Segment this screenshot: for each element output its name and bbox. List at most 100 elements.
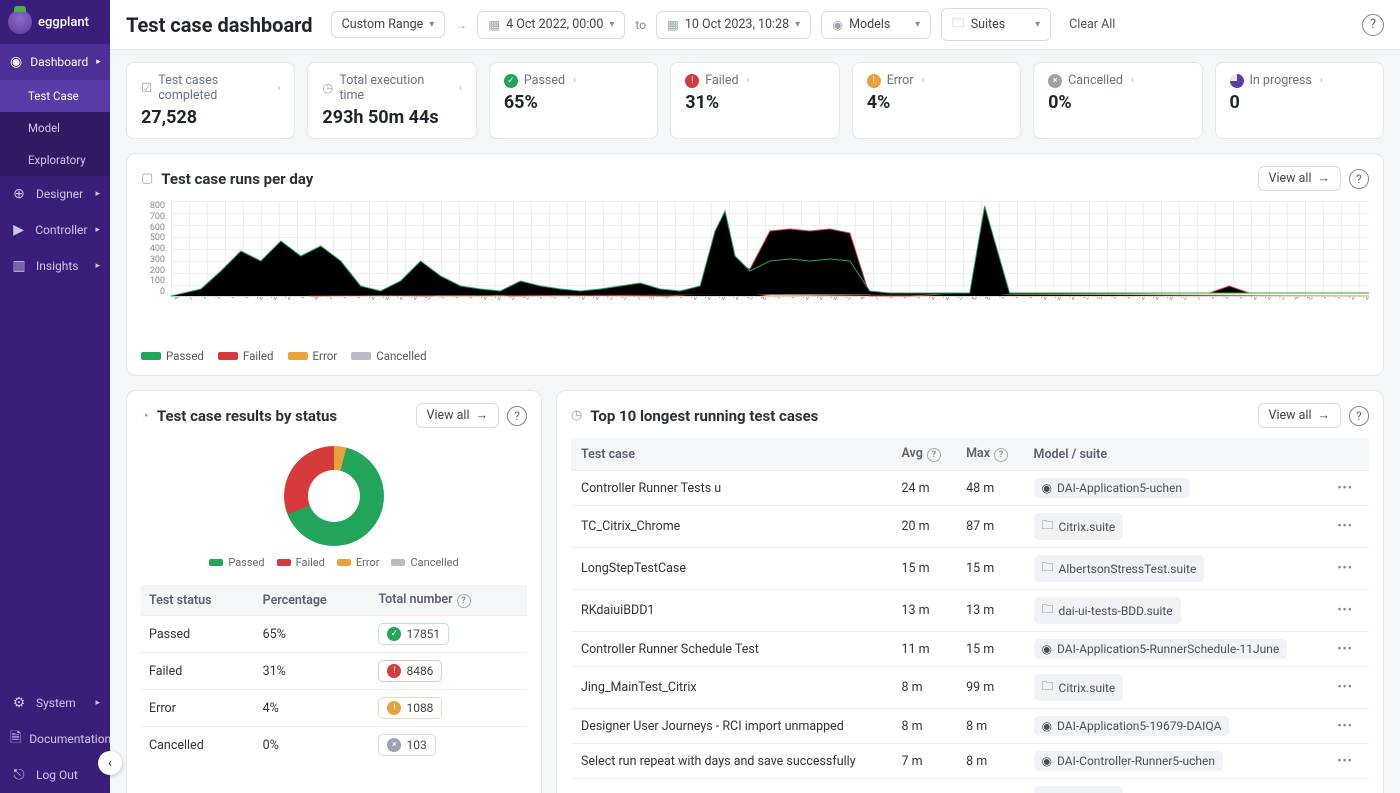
more-button[interactable]: ••• [1331, 479, 1359, 498]
col-header: Model / suite [1024, 438, 1322, 471]
kpi-card[interactable]: ◷Total execution time›293h 50m 44s [307, 62, 476, 139]
model-suite-tag[interactable]: 🗀Citrix.suite [1034, 674, 1124, 701]
info-icon[interactable]: ? [457, 594, 471, 608]
sidebar-collapse-button[interactable]: ‹ [98, 751, 122, 775]
name-cell: Select run repeat with days and save suc… [571, 744, 892, 779]
legend-item[interactable]: Cancelled [351, 349, 426, 363]
model-suite-tag[interactable]: ◉DAI-Application5-19679-DAIQA [1034, 716, 1230, 736]
avg-cell: 15 m [892, 548, 957, 590]
nav-controller[interactable]: ▶Controller▸ [0, 212, 110, 248]
count-badge: !8486 [378, 660, 442, 682]
table-row[interactable]: Jing_MainTest_Citrix8 m99 m🗀Citrix.suite… [571, 667, 1369, 709]
kpi-card[interactable]: ✓Passed›65% [489, 62, 658, 139]
date-to-picker[interactable]: ▦ 10 Oct 2023, 10:28▾ [656, 11, 811, 39]
nav-test-case[interactable]: Test Case [0, 80, 110, 112]
info-icon[interactable]: ? [994, 448, 1008, 462]
kpi-card[interactable]: ☑Test cases completed›27,528 [126, 62, 295, 139]
more-button[interactable]: ••• [1331, 678, 1359, 697]
more-button[interactable]: ••• [1331, 559, 1359, 578]
table-row[interactable]: Controller Runner Tests u24 m48 m◉DAI-Ap… [571, 471, 1369, 506]
help-button[interactable]: ? [1349, 169, 1369, 189]
chevron-down-icon: ▾ [609, 19, 614, 30]
nav-icon: ◉ [10, 53, 22, 71]
model-icon: ◉ [832, 17, 843, 33]
arrow-icon: → [455, 18, 467, 32]
calendar-icon: ▦ [667, 17, 679, 33]
model-suite-tag[interactable]: 🗀AlbertsonStressTest.suite [1034, 555, 1205, 582]
nav-exploratory[interactable]: Exploratory [0, 144, 110, 176]
help-button[interactable]: ? [1349, 406, 1369, 426]
table-row[interactable]: RKdaiuiBDD113 m13 m🗀dai-ui-tests-BDD.sui… [571, 590, 1369, 632]
models-filter[interactable]: ◉ Models▾ [821, 11, 931, 39]
view-all-button[interactable]: View all → [416, 403, 500, 428]
legend-item[interactable]: Error [288, 349, 338, 363]
nav-icon: ⎋ [10, 766, 28, 784]
model-suite-tag[interactable]: 🗀Citrix.suite [1034, 786, 1124, 793]
table-row[interactable]: Jing_ShortcutTest_Citrix7 m17 m🗀Citrix.s… [571, 779, 1369, 793]
model-suite-tag[interactable]: 🗀Citrix.suite [1034, 513, 1124, 540]
help-button[interactable]: ? [507, 406, 527, 426]
view-all-button[interactable]: View all → [1258, 166, 1342, 191]
help-button[interactable]: ? [1362, 14, 1384, 36]
model-icon: ◉ [1042, 719, 1052, 733]
kpi-card[interactable]: !Error›4% [852, 62, 1021, 139]
more-button[interactable]: ••• [1331, 717, 1359, 736]
suites-filter[interactable]: 🗀 Suites▾ [941, 8, 1051, 41]
status-icon [1230, 74, 1244, 88]
longest-table: Test caseAvg?Max?Model / suite Controlle… [571, 438, 1369, 793]
legend-item[interactable]: Error [337, 556, 380, 569]
more-button[interactable]: ••• [1331, 601, 1359, 620]
table-row[interactable]: Select run repeat with days and save suc… [571, 744, 1369, 779]
avg-cell: 11 m [892, 632, 957, 667]
kpi-value: 4% [867, 92, 1006, 113]
status-cell: Passed [141, 616, 255, 653]
nav-documentation[interactable]: 🗎Documentation [0, 721, 110, 757]
table-row[interactable]: Controller Runner Schedule Test11 m15 m◉… [571, 632, 1369, 667]
more-button[interactable]: ••• [1331, 640, 1359, 659]
nav-system[interactable]: ⚙System▸ [0, 685, 110, 721]
model-suite-tag[interactable]: ◉DAI-Application5-RunnerSchedule-11June [1034, 639, 1288, 659]
nav-dashboard[interactable]: ◉Dashboard▸ [0, 44, 110, 80]
range-selector[interactable]: Custom Range▾ [331, 11, 446, 38]
name-cell: Jing_MainTest_Citrix [571, 667, 892, 709]
model-suite-tag[interactable]: ◉DAI-Controller-Runner5-uchen [1034, 751, 1223, 771]
pct-cell: 31% [255, 653, 371, 690]
model-suite-tag[interactable]: ◉DAI-Application5-uchen [1034, 478, 1190, 498]
app-name: eggplant [38, 15, 89, 30]
to-label: to [635, 18, 646, 32]
nav-designer[interactable]: ⊕Designer▸ [0, 176, 110, 212]
info-icon[interactable]: ? [927, 448, 941, 462]
kpi-card[interactable]: !Failed›31% [670, 62, 839, 139]
pct-cell: 4% [255, 690, 371, 727]
col-header: Percentage [255, 585, 371, 616]
kpi-card[interactable]: ×Cancelled›0% [1033, 62, 1202, 139]
legend-item[interactable]: Cancelled [391, 556, 458, 569]
legend-item[interactable]: Failed [277, 556, 325, 569]
legend-item[interactable]: Passed [209, 556, 264, 569]
count-badge: ×103 [378, 734, 435, 756]
nav-insights[interactable]: ▥Insights▸ [0, 248, 110, 284]
more-button[interactable]: ••• [1331, 752, 1359, 771]
legend-item[interactable]: Failed [218, 349, 274, 363]
table-row[interactable]: LongStepTestCase15 m15 m🗀AlbertsonStress… [571, 548, 1369, 590]
view-all-button[interactable]: View all → [1258, 403, 1342, 428]
max-cell: 99 m [956, 667, 1023, 709]
col-header: Test case [571, 438, 892, 471]
nav-label: Insights [36, 259, 78, 273]
table-row[interactable]: Designer User Journeys - RCI import unma… [571, 709, 1369, 744]
nav-model[interactable]: Model [0, 112, 110, 144]
avg-cell: 20 m [892, 506, 957, 548]
nav-label: System [36, 696, 76, 710]
nav-log-out[interactable]: ⎋Log Out [0, 757, 110, 793]
chevron-down-icon: ▾ [915, 19, 920, 30]
model-icon: ◉ [1042, 754, 1052, 768]
more-button[interactable]: ••• [1331, 517, 1359, 536]
kpi-card[interactable]: In progress›0 [1215, 62, 1384, 139]
clear-all-button[interactable]: Clear All [1061, 13, 1123, 36]
table-row[interactable]: TC_Citrix_Chrome20 m87 m🗀Citrix.suite••• [571, 506, 1369, 548]
date-from-picker[interactable]: ▦ 4 Oct 2022, 00:00▾ [477, 11, 625, 39]
count-badge: !1088 [378, 697, 442, 719]
model-suite-tag[interactable]: 🗀dai-ui-tests-BDD.suite [1034, 597, 1181, 624]
legend-item[interactable]: Passed [141, 349, 204, 363]
nav-icon: ⚙ [10, 694, 28, 712]
